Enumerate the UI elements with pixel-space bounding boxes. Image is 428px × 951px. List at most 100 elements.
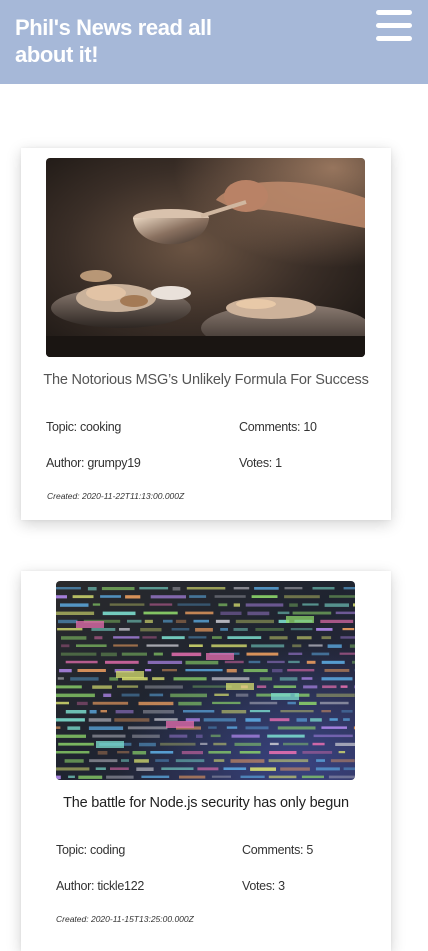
code-text-fragment <box>101 710 108 712</box>
code-text-fragment <box>170 694 207 698</box>
code-text-fragment <box>128 726 167 729</box>
code-text-fragment <box>214 759 225 762</box>
code-text-fragment <box>56 751 89 754</box>
code-text-fragment <box>145 685 183 688</box>
code-text-fragment <box>56 767 89 770</box>
code-text-fragment <box>105 661 139 664</box>
code-text-fragment <box>147 644 179 646</box>
code-text-fragment <box>110 767 129 770</box>
code-text-fragment <box>329 595 355 598</box>
code-text-fragment <box>302 603 318 605</box>
code-text-fragment <box>307 661 316 664</box>
code-text-fragment <box>297 636 312 639</box>
code-text-fragment <box>260 677 272 680</box>
code-text-fragment <box>143 710 174 714</box>
article-card[interactable]: The Notorious MSG’s Unlikely Formula For… <box>21 148 391 520</box>
code-text-fragment <box>188 636 206 638</box>
code-text-fragment <box>321 726 347 729</box>
code-text-fragment <box>92 685 112 688</box>
code-text-fragment <box>56 694 95 698</box>
code-text-fragment <box>76 644 107 647</box>
code-text-fragment <box>150 751 173 754</box>
code-text-fragment <box>269 776 297 779</box>
code-text-fragment <box>255 628 284 631</box>
code-text-fragment <box>224 767 247 770</box>
code-text-fragment <box>139 743 156 747</box>
code-text-fragment <box>132 735 160 738</box>
code-highlight <box>206 653 234 660</box>
code-text-fragment <box>88 587 97 590</box>
code-text-fragment <box>212 776 231 778</box>
code-text-fragment <box>247 612 269 616</box>
code-text-fragment <box>117 751 129 753</box>
code-text-fragment <box>67 726 80 730</box>
article-created-date: Created: 2020-11-15T13:25:00.000Z <box>56 914 194 924</box>
code-text-fragment <box>92 735 125 738</box>
code-text-fragment <box>116 710 134 713</box>
article-topic[interactable]: Topic: coding <box>56 843 125 857</box>
code-text-fragment <box>101 653 117 657</box>
code-text-fragment <box>227 669 237 672</box>
code-text-fragment <box>185 669 222 671</box>
code-text-fragment <box>89 718 112 722</box>
code-text-fragment <box>325 669 350 672</box>
site-header: Phil's News read all about it! <box>0 0 428 84</box>
code-text-fragment <box>234 587 250 589</box>
code-text-fragment <box>61 653 97 656</box>
code-text-fragment <box>60 603 89 606</box>
menu-bar <box>376 36 412 41</box>
code-text-fragment <box>136 767 153 771</box>
code-text-fragment <box>90 710 97 714</box>
article-title[interactable]: The Notorious MSG’s Unlikely Formula For… <box>21 372 391 388</box>
article-card[interactable]: The battle for Node.js security has only… <box>21 571 391 951</box>
code-text-fragment <box>66 710 87 714</box>
article-image-cooking[interactable] <box>46 158 365 357</box>
code-highlight <box>226 683 254 690</box>
article-title[interactable]: The battle for Node.js security has only… <box>21 795 391 811</box>
code-text-fragment <box>352 661 355 664</box>
code-text-fragment <box>213 743 226 746</box>
code-text-fragment <box>234 628 248 631</box>
code-text-fragment <box>113 644 138 646</box>
article-votes: Votes: 1 <box>239 456 282 470</box>
code-text-fragment <box>122 653 147 656</box>
code-text-fragment <box>114 718 149 722</box>
menu-bar <box>376 10 412 15</box>
code-text-fragment <box>222 710 247 713</box>
code-text-fragment <box>94 636 102 639</box>
code-text-fragment <box>173 587 181 591</box>
code-text-fragment <box>310 718 322 721</box>
code-text-fragment <box>297 718 308 722</box>
code-text-fragment <box>246 726 269 729</box>
code-text-fragment <box>313 743 325 746</box>
code-text-fragment <box>269 759 309 762</box>
code-highlight <box>166 721 194 728</box>
code-text-fragment <box>278 612 290 615</box>
code-text-fragment <box>322 661 345 664</box>
article-image-coding[interactable] <box>56 581 355 780</box>
code-text-fragment <box>343 718 350 721</box>
code-text-fragment <box>178 603 211 605</box>
code-text-fragment <box>343 628 355 630</box>
code-text-fragment <box>291 628 313 630</box>
article-topic[interactable]: Topic: cooking <box>46 420 121 434</box>
site-title[interactable]: Phil's News read all about it! <box>15 14 255 68</box>
code-highlight <box>286 616 314 623</box>
code-text-fragment <box>139 702 174 705</box>
code-text-fragment <box>93 702 128 705</box>
code-text-fragment <box>325 603 349 607</box>
code-text-fragment <box>106 776 134 779</box>
code-text-fragment <box>56 718 85 721</box>
code-text-fragment <box>330 718 338 721</box>
code-text-fragment <box>215 595 246 598</box>
code-text-fragment <box>303 685 317 688</box>
code-text-fragment <box>179 776 205 779</box>
code-text-fragment <box>185 612 213 615</box>
code-text-fragment <box>77 702 88 705</box>
code-text-fragment <box>288 653 302 655</box>
code-text-fragment <box>274 685 297 688</box>
hamburger-menu-icon[interactable] <box>376 10 412 42</box>
code-text-fragment <box>236 694 248 697</box>
code-text-fragment <box>148 661 182 664</box>
code-text-fragment <box>152 677 164 680</box>
